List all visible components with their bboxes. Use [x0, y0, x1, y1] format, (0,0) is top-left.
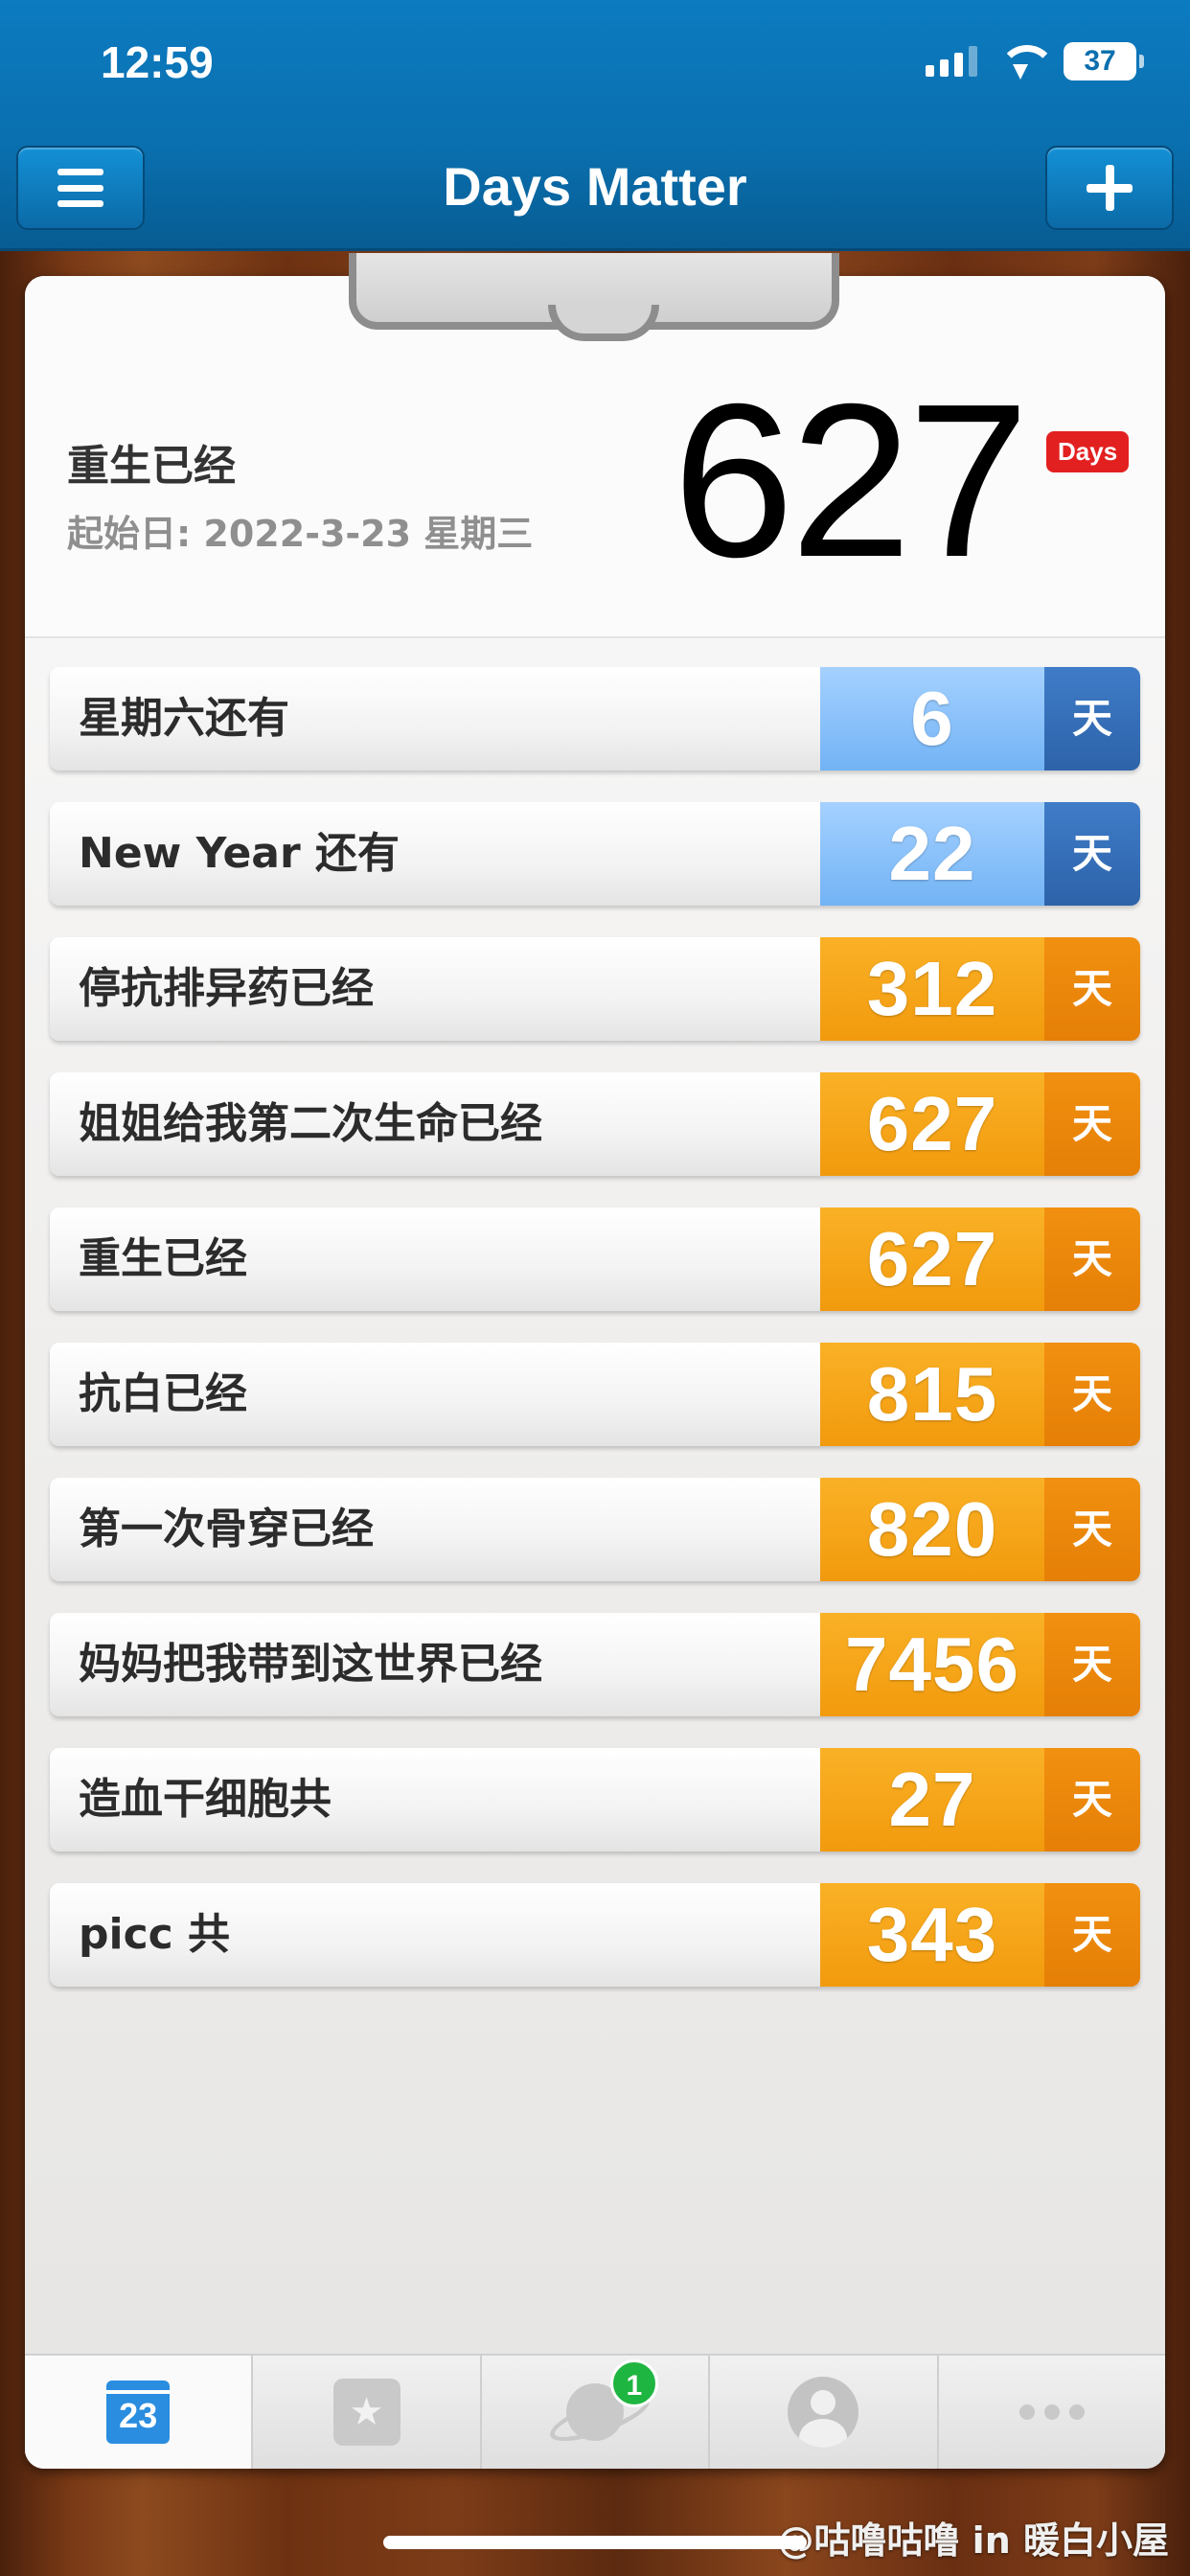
- event-label: 停抗排异药已经: [79, 964, 374, 1013]
- tab-bar: 23 ★ 1: [25, 2354, 1165, 2469]
- event-row[interactable]: 抗白已经 815 天: [50, 1343, 1140, 1446]
- featured-event-label: 重生已经: [67, 442, 236, 491]
- event-unit: 天: [1044, 1208, 1140, 1311]
- watermark: @咕噜咕噜 in 暖白小屋: [777, 2519, 1169, 2562]
- event-day-count: 820: [820, 1478, 1044, 1581]
- status-icons: 37: [926, 42, 1144, 80]
- event-label: 第一次骨穿已经: [79, 1505, 374, 1553]
- clipboard-clip: [349, 253, 839, 341]
- add-button[interactable]: [1045, 146, 1174, 230]
- event-row[interactable]: 造血干细胞共 27 天: [50, 1748, 1140, 1852]
- event-label: picc 共: [79, 1910, 231, 1959]
- event-day-count: 343: [820, 1883, 1044, 1987]
- event-unit: 天: [1044, 1748, 1140, 1852]
- event-row[interactable]: 重生已经 627 天: [50, 1208, 1140, 1311]
- event-day-count: 627: [820, 1072, 1044, 1176]
- event-unit: 天: [1044, 1072, 1140, 1176]
- event-label: 星期六还有: [79, 694, 289, 743]
- user-icon: [788, 2377, 859, 2448]
- wifi-icon: [998, 45, 1056, 78]
- event-row[interactable]: 姐姐给我第二次生命已经 627 天: [50, 1072, 1140, 1176]
- event-day-count: 6: [820, 667, 1044, 770]
- event-day-count: 27: [820, 1748, 1044, 1852]
- tab-calendar[interactable]: 23: [25, 2356, 254, 2469]
- event-label: 抗白已经: [79, 1369, 247, 1418]
- event-label: 妈妈把我带到这世界已经: [79, 1640, 542, 1689]
- event-label: New Year 还有: [79, 829, 400, 878]
- favorites-icon: ★: [332, 2379, 400, 2446]
- event-row[interactable]: 停抗排异药已经 312 天: [50, 937, 1140, 1041]
- more-icon: [1018, 2404, 1085, 2420]
- home-indicator[interactable]: [383, 2536, 807, 2549]
- tab-more[interactable]: [939, 2356, 1165, 2469]
- plus-icon: [1087, 165, 1133, 211]
- featured-event-start-date: 起始日: 2022-3-23 星期三: [67, 513, 534, 555]
- status-time: 12:59: [101, 37, 214, 87]
- app-header: 12:59 37 Days Matter: [0, 0, 1190, 251]
- page-title: Days Matter: [443, 156, 747, 217]
- event-day-count: 312: [820, 937, 1044, 1041]
- clipboard-panel: 重生已经 起始日: 2022-3-23 星期三 627 Days 星期六还有 6 天…: [25, 276, 1165, 2469]
- battery-icon: 37: [1064, 42, 1144, 80]
- event-day-count: 7456: [820, 1613, 1044, 1716]
- event-day-count: 815: [820, 1343, 1044, 1446]
- calendar-icon: 23: [106, 2380, 171, 2444]
- featured-event-days: 627: [673, 359, 1029, 603]
- event-unit: 天: [1044, 667, 1140, 770]
- event-row[interactable]: 妈妈把我带到这世界已经 7456 天: [50, 1613, 1140, 1716]
- cellular-signal-icon: [926, 46, 977, 77]
- tab-favorites[interactable]: ★: [253, 2356, 482, 2469]
- event-unit: 天: [1044, 1613, 1140, 1716]
- event-unit: 天: [1044, 1883, 1140, 1987]
- event-label: 重生已经: [79, 1234, 247, 1283]
- event-unit: 天: [1044, 937, 1140, 1041]
- notification-badge: 1: [609, 2359, 658, 2407]
- event-row[interactable]: 星期六还有 6 天: [50, 667, 1140, 770]
- event-row[interactable]: New Year 还有 22 天: [50, 802, 1140, 906]
- event-day-count: 627: [820, 1208, 1044, 1311]
- event-unit: 天: [1044, 1343, 1140, 1446]
- days-badge: Days: [1046, 431, 1130, 472]
- event-row[interactable]: 第一次骨穿已经 820 天: [50, 1478, 1140, 1581]
- tab-profile[interactable]: [710, 2356, 939, 2469]
- event-day-count: 22: [820, 802, 1044, 906]
- tab-discover[interactable]: 1: [482, 2356, 711, 2469]
- event-unit: 天: [1044, 802, 1140, 906]
- event-row[interactable]: picc 共 343 天: [50, 1883, 1140, 1987]
- event-label: 造血干细胞共: [79, 1775, 332, 1824]
- event-unit: 天: [1044, 1478, 1140, 1581]
- event-label: 姐姐给我第二次生命已经: [79, 1099, 542, 1148]
